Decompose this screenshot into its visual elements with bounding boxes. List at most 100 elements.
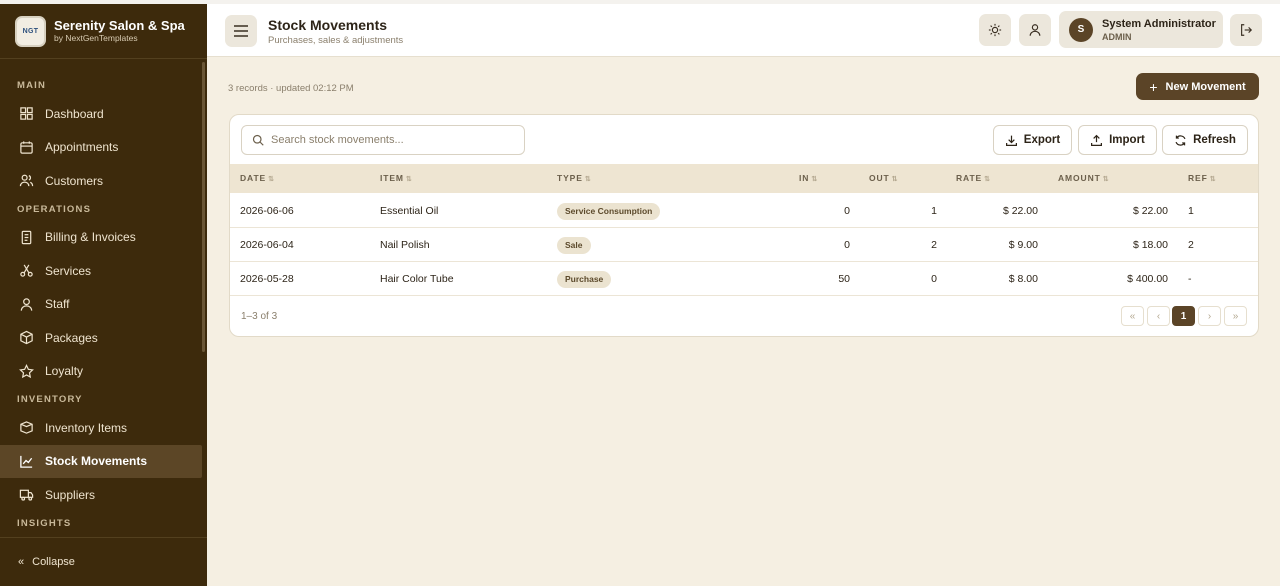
column-header-label: DATE <box>240 173 267 183</box>
sidebar-item-dashboard[interactable]: Dashboard <box>0 97 202 131</box>
cell-in: 0 <box>844 239 850 251</box>
scissors-icon <box>20 264 33 277</box>
cell-rate: $ 9.00 <box>1008 239 1038 251</box>
collapse-button[interactable]: « Collapse <box>0 537 207 586</box>
sort-icon: ⇅ <box>811 176 819 183</box>
star-icon <box>19 363 34 378</box>
refresh-button[interactable]: Refresh <box>1162 125 1248 155</box>
sort-icon: ⇅ <box>268 176 275 183</box>
refresh-label: Refresh <box>1193 134 1236 146</box>
menu-toggle-button[interactable] <box>225 15 257 47</box>
cell-out: 0 <box>931 273 937 285</box>
sidebar-item-stock-movements[interactable]: Stock Movements <box>0 444 202 478</box>
sidebar-item-staff[interactable]: Staff <box>0 288 202 322</box>
export-button[interactable]: Export <box>993 125 1072 155</box>
column-header-label: AMOUNT <box>1058 173 1101 183</box>
profile-button[interactable] <box>1019 14 1051 46</box>
column-header-ref[interactable]: REF ⇅ <box>1188 164 1216 193</box>
sidebar-item-customers[interactable]: Customers <box>0 164 202 198</box>
sidebar-item-inventory-items[interactable]: Inventory Items <box>0 411 202 445</box>
plus-icon: + <box>1149 78 1158 95</box>
first-page-button[interactable]: « <box>1121 306 1144 326</box>
cell-in: 50 <box>838 273 850 285</box>
column-header-out[interactable]: OUT ⇅ <box>869 164 898 193</box>
last-page-button[interactable]: » <box>1224 306 1247 326</box>
column-header-item[interactable]: ITEM ⇅ <box>380 164 413 193</box>
cell-date: 2026-05-28 <box>240 273 294 285</box>
sort-icon: ⇅ <box>1102 176 1110 183</box>
sidebar-item-label: Staff <box>45 297 70 312</box>
sidebar: NGT Serenity Salon & Spa by NextGenTempl… <box>0 4 207 586</box>
new-movement-label: New Movement <box>1165 80 1246 93</box>
table-row[interactable]: 2026-06-06 Essential Oil Service Consump… <box>230 194 1258 228</box>
page-subtitle: Purchases, sales & adjustments <box>268 35 404 46</box>
cell-ref: 2 <box>1188 239 1194 251</box>
column-header-date[interactable]: DATE ⇅ <box>240 164 275 193</box>
stock-movements-card: Export Import Refresh DATE⇅ ITEM⇅ TYPE⇅ … <box>229 114 1259 337</box>
section-label-inventory: INVENTORY <box>17 394 83 405</box>
import-label: Import <box>1109 134 1145 146</box>
receipt-icon <box>21 230 32 244</box>
user-menu[interactable]: S System Administrator ADMIN <box>1059 11 1223 48</box>
sort-icon: ⇅ <box>1209 176 1217 183</box>
sidebar-item-services[interactable]: Services <box>0 254 202 288</box>
sidebar-item-label: Appointments <box>45 140 119 155</box>
chevron-left-icon: « <box>18 556 25 568</box>
cell-rate: $ 8.00 <box>1008 273 1038 285</box>
truck-icon <box>19 489 34 501</box>
sort-icon: ⇅ <box>405 176 413 183</box>
sidebar-item-appointments[interactable]: Appointments <box>0 131 202 165</box>
cell-out: 1 <box>931 205 937 217</box>
cell-type: Service Consumption <box>557 194 661 228</box>
logout-icon <box>1241 24 1253 36</box>
page-title: Stock Movements <box>268 17 388 33</box>
column-header-type[interactable]: TYPE ⇅ <box>557 164 592 193</box>
cell-in: 0 <box>844 205 850 217</box>
table-row[interactable]: 2026-06-04 Nail Polish Sale 0 2 $ 9.00 $… <box>230 228 1258 262</box>
user-icon <box>20 298 33 311</box>
sidebar-item-billing[interactable]: Billing & Invoices <box>0 221 202 255</box>
sidebar-item-suppliers[interactable]: Suppliers <box>0 478 202 512</box>
cell-date: 2026-06-04 <box>240 239 294 251</box>
theme-toggle-button[interactable] <box>979 14 1011 46</box>
sidebar-item-label: Billing & Invoices <box>45 230 136 245</box>
column-header-label: IN <box>799 173 810 183</box>
logout-button[interactable] <box>1230 14 1262 46</box>
sidebar-item-label: Inventory Items <box>45 420 128 435</box>
cell-item: Hair Color Tube <box>380 273 454 285</box>
avatar: S <box>1069 17 1093 42</box>
sidebar-item-label: Customers <box>45 173 104 188</box>
sidebar-item-label: Stock Movements <box>45 454 148 469</box>
table-row[interactable]: 2026-05-28 Hair Color Tube Purchase 50 0… <box>230 262 1258 296</box>
search-box[interactable] <box>241 125 525 155</box>
column-header-label: ITEM <box>380 173 404 183</box>
users-icon <box>19 174 34 187</box>
chart-line-icon <box>20 455 33 468</box>
cell-type: Purchase <box>557 262 612 296</box>
column-header-label: REF <box>1188 173 1208 183</box>
section-label-insights: INSIGHTS <box>17 517 72 529</box>
page-button-current[interactable]: 1 <box>1172 306 1195 326</box>
new-movement-button[interactable]: + New Movement <box>1136 73 1259 100</box>
box-icon <box>20 421 33 435</box>
sidebar-item-label: Packages <box>45 330 98 345</box>
upload-icon <box>1091 134 1103 146</box>
type-badge: Sale <box>557 236 591 254</box>
top-header: Stock Movements Purchases, sales & adjus… <box>207 4 1280 57</box>
column-header-rate[interactable]: RATE ⇅ <box>956 164 991 193</box>
search-input[interactable] <box>271 134 511 146</box>
column-header-in[interactable]: IN ⇅ <box>799 164 818 193</box>
table-header: DATE ⇅ ITEM ⇅ TYPE ⇅ IN ⇅ OUT ⇅ RATE ⇅ AMOUNT ⇅… <box>230 164 1258 193</box>
column-header-amount[interactable]: AMOUNT ⇅ <box>1058 164 1109 193</box>
prev-page-button[interactable]: ‹ <box>1147 306 1170 326</box>
sidebar-item-packages[interactable]: Packages <box>0 321 202 355</box>
sort-icon: ⇅ <box>984 176 991 183</box>
sidebar-item-loyalty[interactable]: Loyalty <box>0 355 202 389</box>
sidebar-item-label: Dashboard <box>45 106 104 121</box>
next-page-button[interactable]: › <box>1198 306 1221 326</box>
import-button[interactable]: Import <box>1078 125 1157 155</box>
brand[interactable]: NGT Serenity Salon & Spa by NextGenTempl… <box>0 4 207 59</box>
records-info: 3 records · updated 02:12 PM <box>228 83 354 94</box>
type-badge: Purchase <box>557 270 612 288</box>
cell-type: Sale <box>557 228 591 262</box>
